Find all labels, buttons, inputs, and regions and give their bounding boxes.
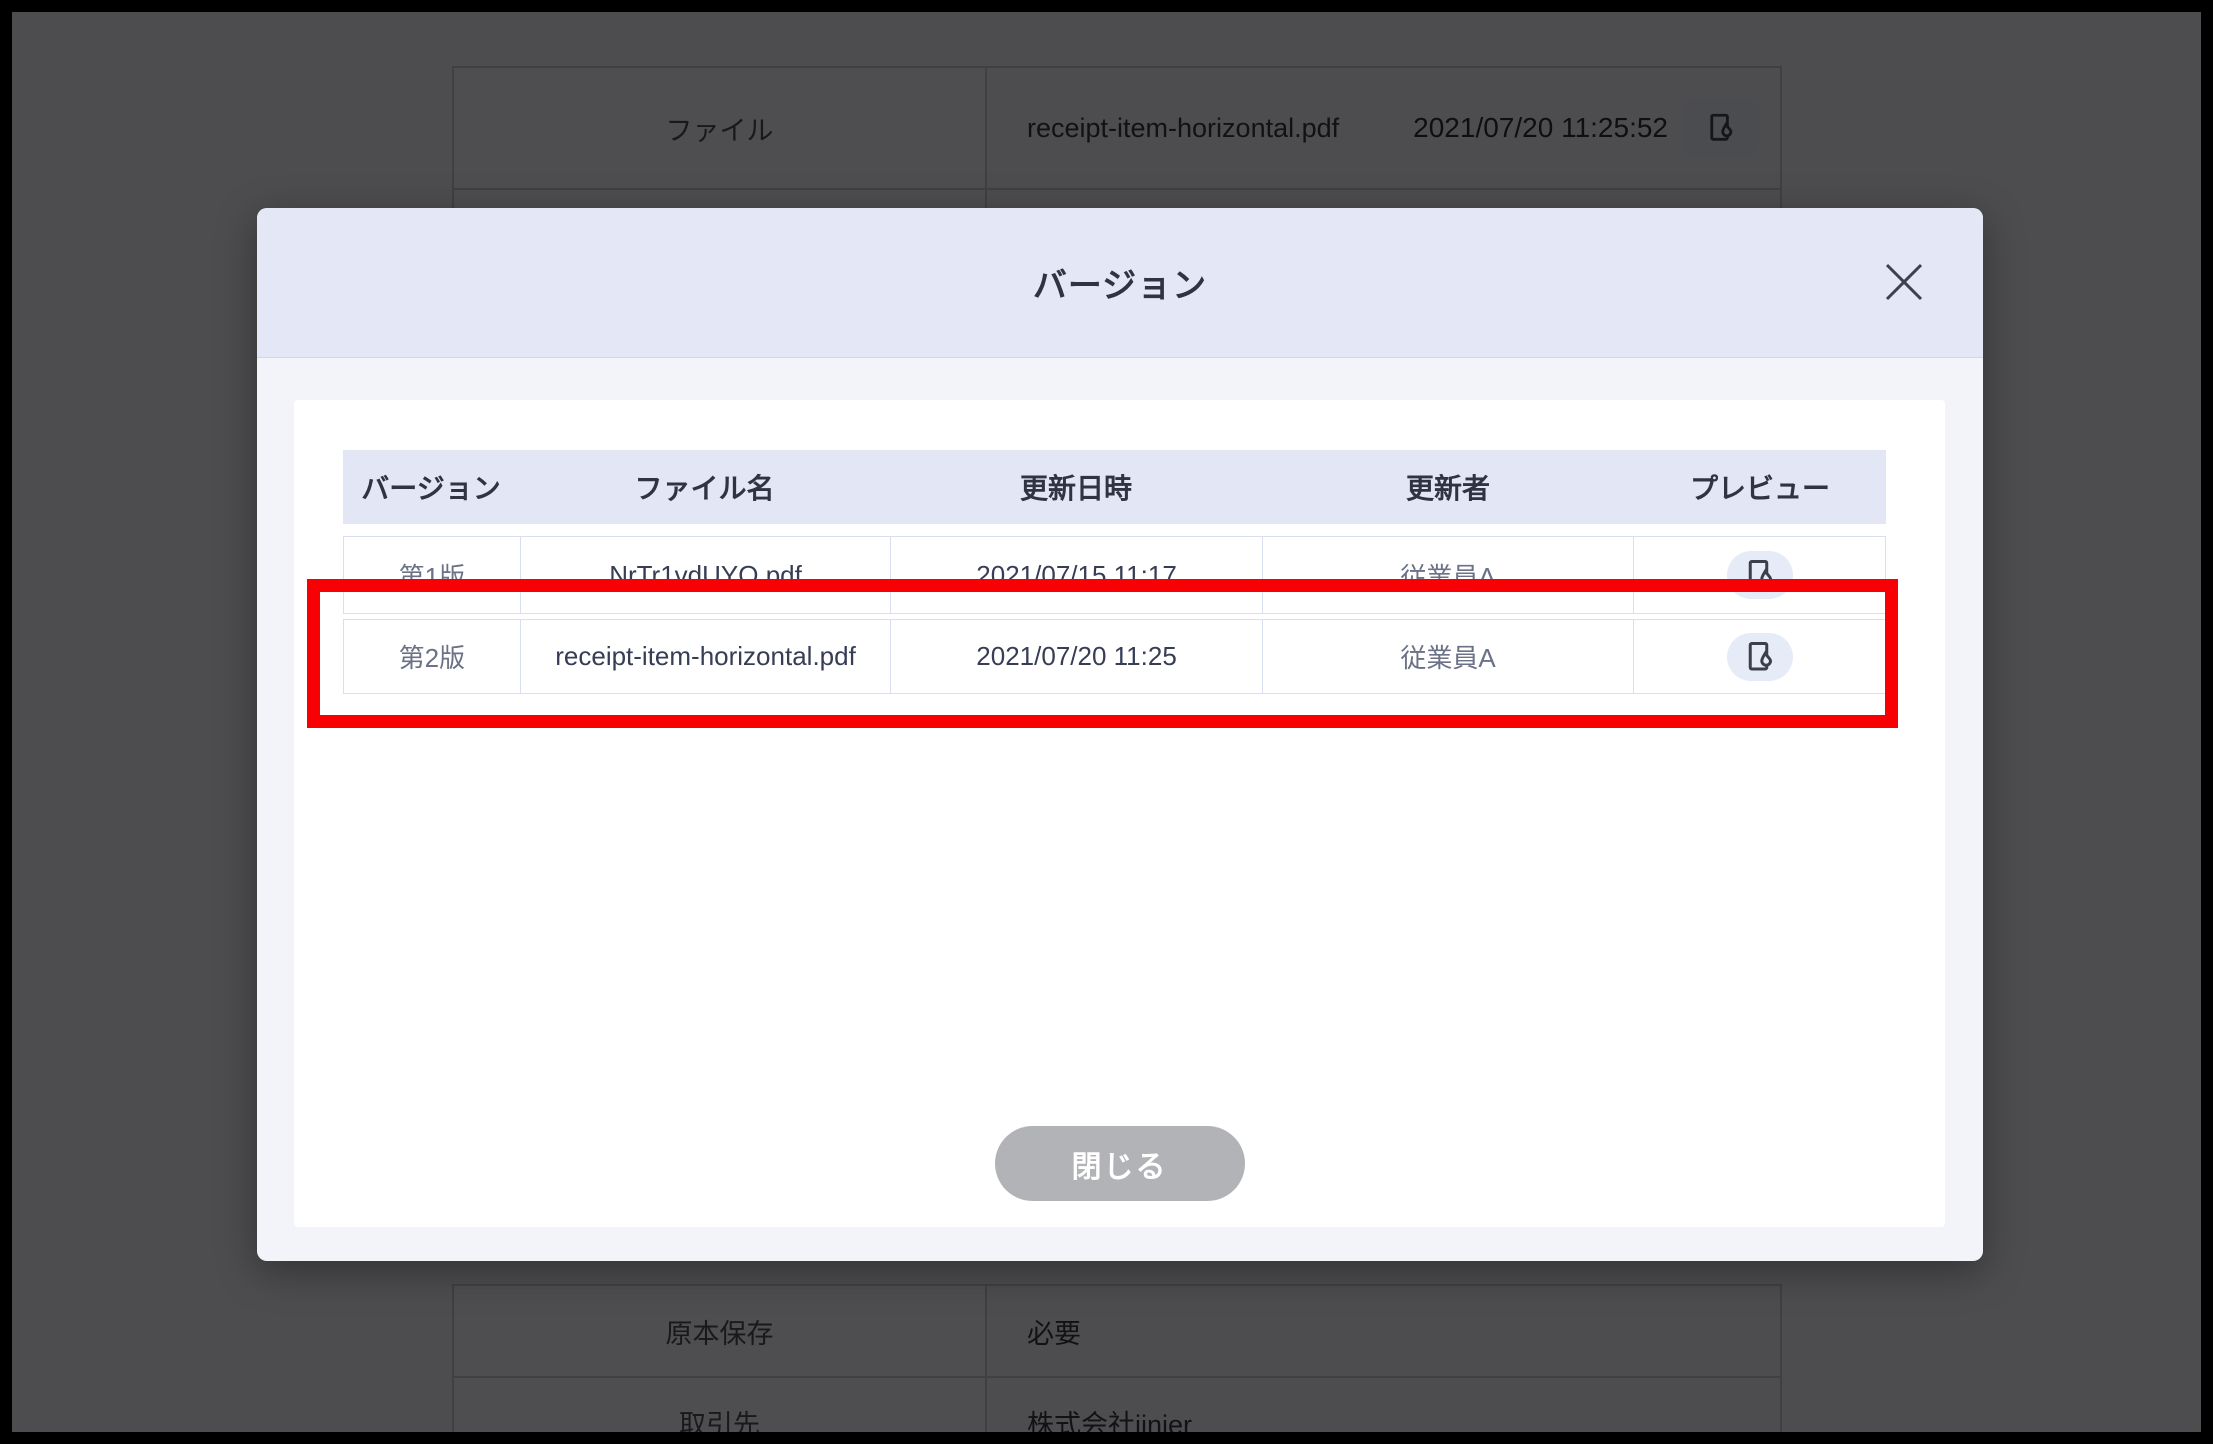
header-file-name: ファイル名 [519,467,890,507]
close-button[interactable]: 閉じる [995,1126,1245,1201]
header-updated-at: 更新日時 [890,467,1262,507]
modal-title: バージョン [1033,258,1207,307]
header-updated-by: 更新者 [1262,467,1634,507]
header-preview: プレビュー [1634,467,1886,507]
modal-header: バージョン [257,208,1983,358]
header-version: バージョン [343,467,519,507]
version-table-header: バージョン ファイル名 更新日時 更新者 プレビュー [343,450,1886,524]
modal-content-card: バージョン ファイル名 更新日時 更新者 プレビュー 第1版 NrTr1vdUY… [294,400,1945,1227]
screenshot-frame: ファイル receipt-item-horizontal.pdf 2021/07… [0,0,2213,1444]
highlight-rectangle-annotation [307,579,1898,728]
version-modal: バージョン バージョン ファイル名 更新日時 更新者 プレビュー 第1版 [257,208,1983,1261]
close-icon[interactable] [1880,258,1928,306]
